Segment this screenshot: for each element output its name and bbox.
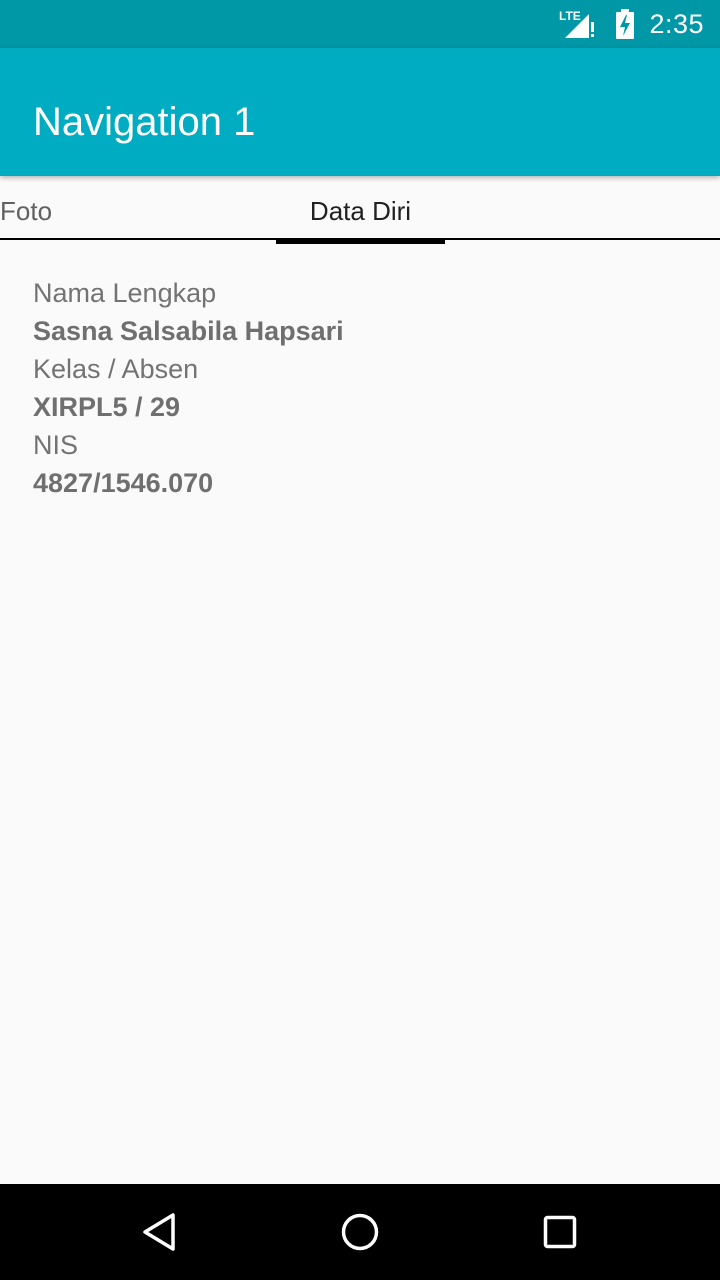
battery-charging-icon — [616, 9, 635, 39]
name-label: Nama Lengkap — [33, 278, 217, 308]
tab-selected-indicator — [276, 239, 445, 244]
nis-value: 4827/1546.070 — [33, 468, 214, 498]
tab-data-diri-label: Data Diri — [309, 196, 412, 226]
home-button[interactable] — [336, 1208, 384, 1256]
tab-data-diri[interactable]: Data Diri — [276, 176, 445, 244]
back-button[interactable] — [136, 1208, 184, 1256]
home-icon — [341, 1213, 379, 1251]
status-icons: LTE 2:35 — [559, 0, 704, 48]
class-value: XIRPL5 / 29 — [33, 392, 181, 422]
back-icon — [143, 1213, 175, 1251]
data-diri-content: Nama Lengkap Sasna Salsabila Hapsari Kel… — [33, 274, 344, 502]
app-bar: Navigation 1 — [0, 48, 720, 176]
svg-text:LTE: LTE — [559, 9, 581, 23]
name-value: Sasna Salsabila Hapsari — [33, 316, 344, 346]
navigation-bar — [0, 1184, 720, 1280]
recents-button[interactable] — [536, 1208, 584, 1256]
recents-icon — [543, 1215, 577, 1249]
status-bar: LTE 2:35 — [0, 0, 720, 48]
lte-signal-icon: LTE — [559, 9, 595, 38]
page-title: Navigation 1 — [33, 100, 256, 144]
clock: 2:35 — [649, 8, 704, 39]
class-label: Kelas / Absen — [33, 354, 199, 384]
tab-strip: Foto Data Diri — [0, 176, 720, 244]
tab-foto[interactable]: Foto — [0, 176, 120, 238]
nis-label: NIS — [33, 430, 79, 460]
